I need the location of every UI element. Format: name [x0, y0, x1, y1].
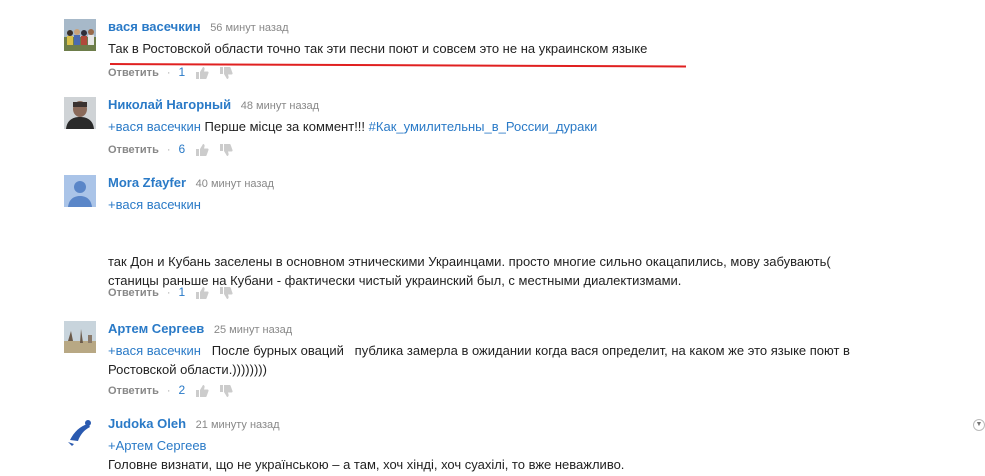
- comment-text: +вася васечкин Перше місце за коммент!!!…: [108, 117, 944, 136]
- thumb-down-icon[interactable]: [219, 286, 233, 300]
- avatar[interactable]: [64, 416, 96, 448]
- comment-time[interactable]: 25 минут назад: [214, 324, 292, 336]
- thumb-down-icon[interactable]: [219, 384, 233, 398]
- comment: Mora Zfayfer 40 минут назад +вася васечк…: [64, 175, 944, 303]
- comment: вася васечкин 56 минут назад Так в Росто…: [64, 19, 944, 81]
- comment-time[interactable]: 48 минут назад: [241, 100, 319, 112]
- reply-button[interactable]: Ответить: [108, 385, 159, 397]
- comment-author[interactable]: Артем Сергеев: [108, 321, 204, 336]
- thumb-up-icon[interactable]: [195, 384, 209, 398]
- group-photo-icon: [64, 19, 96, 51]
- hashtag-link[interactable]: #Как_умилительны_в_России_дураки: [369, 119, 598, 134]
- separator: ·: [166, 67, 171, 79]
- comment-author[interactable]: Judoka Oleh: [108, 416, 186, 431]
- comment-text: +вася васечкин так Дон и Кубань заселены…: [108, 195, 944, 290]
- mention-link[interactable]: +Артем Сергеев: [108, 436, 944, 455]
- separator: ·: [166, 287, 171, 299]
- separator: ·: [166, 385, 171, 397]
- reply-button[interactable]: Ответить: [108, 144, 159, 156]
- like-count: 2: [178, 383, 186, 397]
- like-count: 1: [178, 65, 186, 79]
- comment-text-line: Головне визнати, що не українською – а т…: [108, 457, 625, 472]
- avatar[interactable]: [64, 321, 96, 353]
- avatar[interactable]: [64, 175, 96, 207]
- comment-author[interactable]: Николай Нагорный: [108, 97, 231, 112]
- comment: Judoka Oleh 21 минуту назад +Артем Серге…: [64, 416, 944, 476]
- thumb-down-icon[interactable]: [219, 143, 233, 157]
- comment-text-line: Ростовской области.)))))))): [108, 362, 267, 377]
- comment-text: +Артем Сергеев Головне визнати, що не ук…: [108, 436, 944, 474]
- person-photo-icon: [64, 97, 96, 129]
- thumb-down-icon[interactable]: [219, 66, 233, 80]
- landscape-photo-icon: [64, 321, 96, 353]
- comment-author[interactable]: Mora Zfayfer: [108, 175, 186, 190]
- mention-link[interactable]: +вася васечкин: [108, 195, 944, 214]
- comment-text: Так в Ростовской области точно так эти п…: [108, 41, 648, 56]
- thumb-up-icon[interactable]: [195, 66, 209, 80]
- comment-time[interactable]: 56 минут назад: [210, 22, 288, 34]
- comment-actions: Ответить · 2: [108, 383, 243, 398]
- reply-button[interactable]: Ответить: [108, 287, 159, 299]
- comment-text-line: так Дон и Кубань заселены в основном этн…: [108, 254, 831, 269]
- comment-actions: Ответить · 1: [108, 65, 243, 80]
- avatar[interactable]: [64, 19, 96, 51]
- avatar[interactable]: [64, 97, 96, 129]
- comment-actions: Ответить · 1: [108, 285, 243, 300]
- comment-time[interactable]: 40 минут назад: [196, 178, 274, 190]
- comment-author[interactable]: вася васечкин: [108, 19, 201, 34]
- thumb-up-icon[interactable]: [195, 143, 209, 157]
- comment: Николай Нагорный 48 минут назад +вася ва…: [64, 97, 944, 161]
- comment-time[interactable]: 21 минуту назад: [196, 419, 280, 431]
- like-count: 1: [178, 285, 186, 299]
- comment: Артем Сергеев 25 минут назад +вася васеч…: [64, 321, 944, 401]
- mention-link[interactable]: +вася васечкин: [108, 343, 201, 358]
- mention-link[interactable]: +вася васечкин: [108, 119, 201, 134]
- like-count: 6: [178, 142, 186, 156]
- reply-button[interactable]: Ответить: [108, 67, 159, 79]
- comment-actions: Ответить · 6: [108, 142, 243, 157]
- comment-text-body: Перше місце за коммент!!!: [200, 119, 369, 134]
- comment-text: +вася васечкин После бурных оваций публи…: [108, 341, 944, 379]
- comment-text-body: После бурных оваций публика замерла в ож…: [200, 343, 850, 358]
- default-user-icon: [64, 175, 96, 207]
- judo-figure-icon: [64, 416, 96, 448]
- separator: ·: [166, 144, 171, 156]
- scroll-down-icon[interactable]: ▼: [973, 419, 985, 431]
- thumb-up-icon[interactable]: [195, 286, 209, 300]
